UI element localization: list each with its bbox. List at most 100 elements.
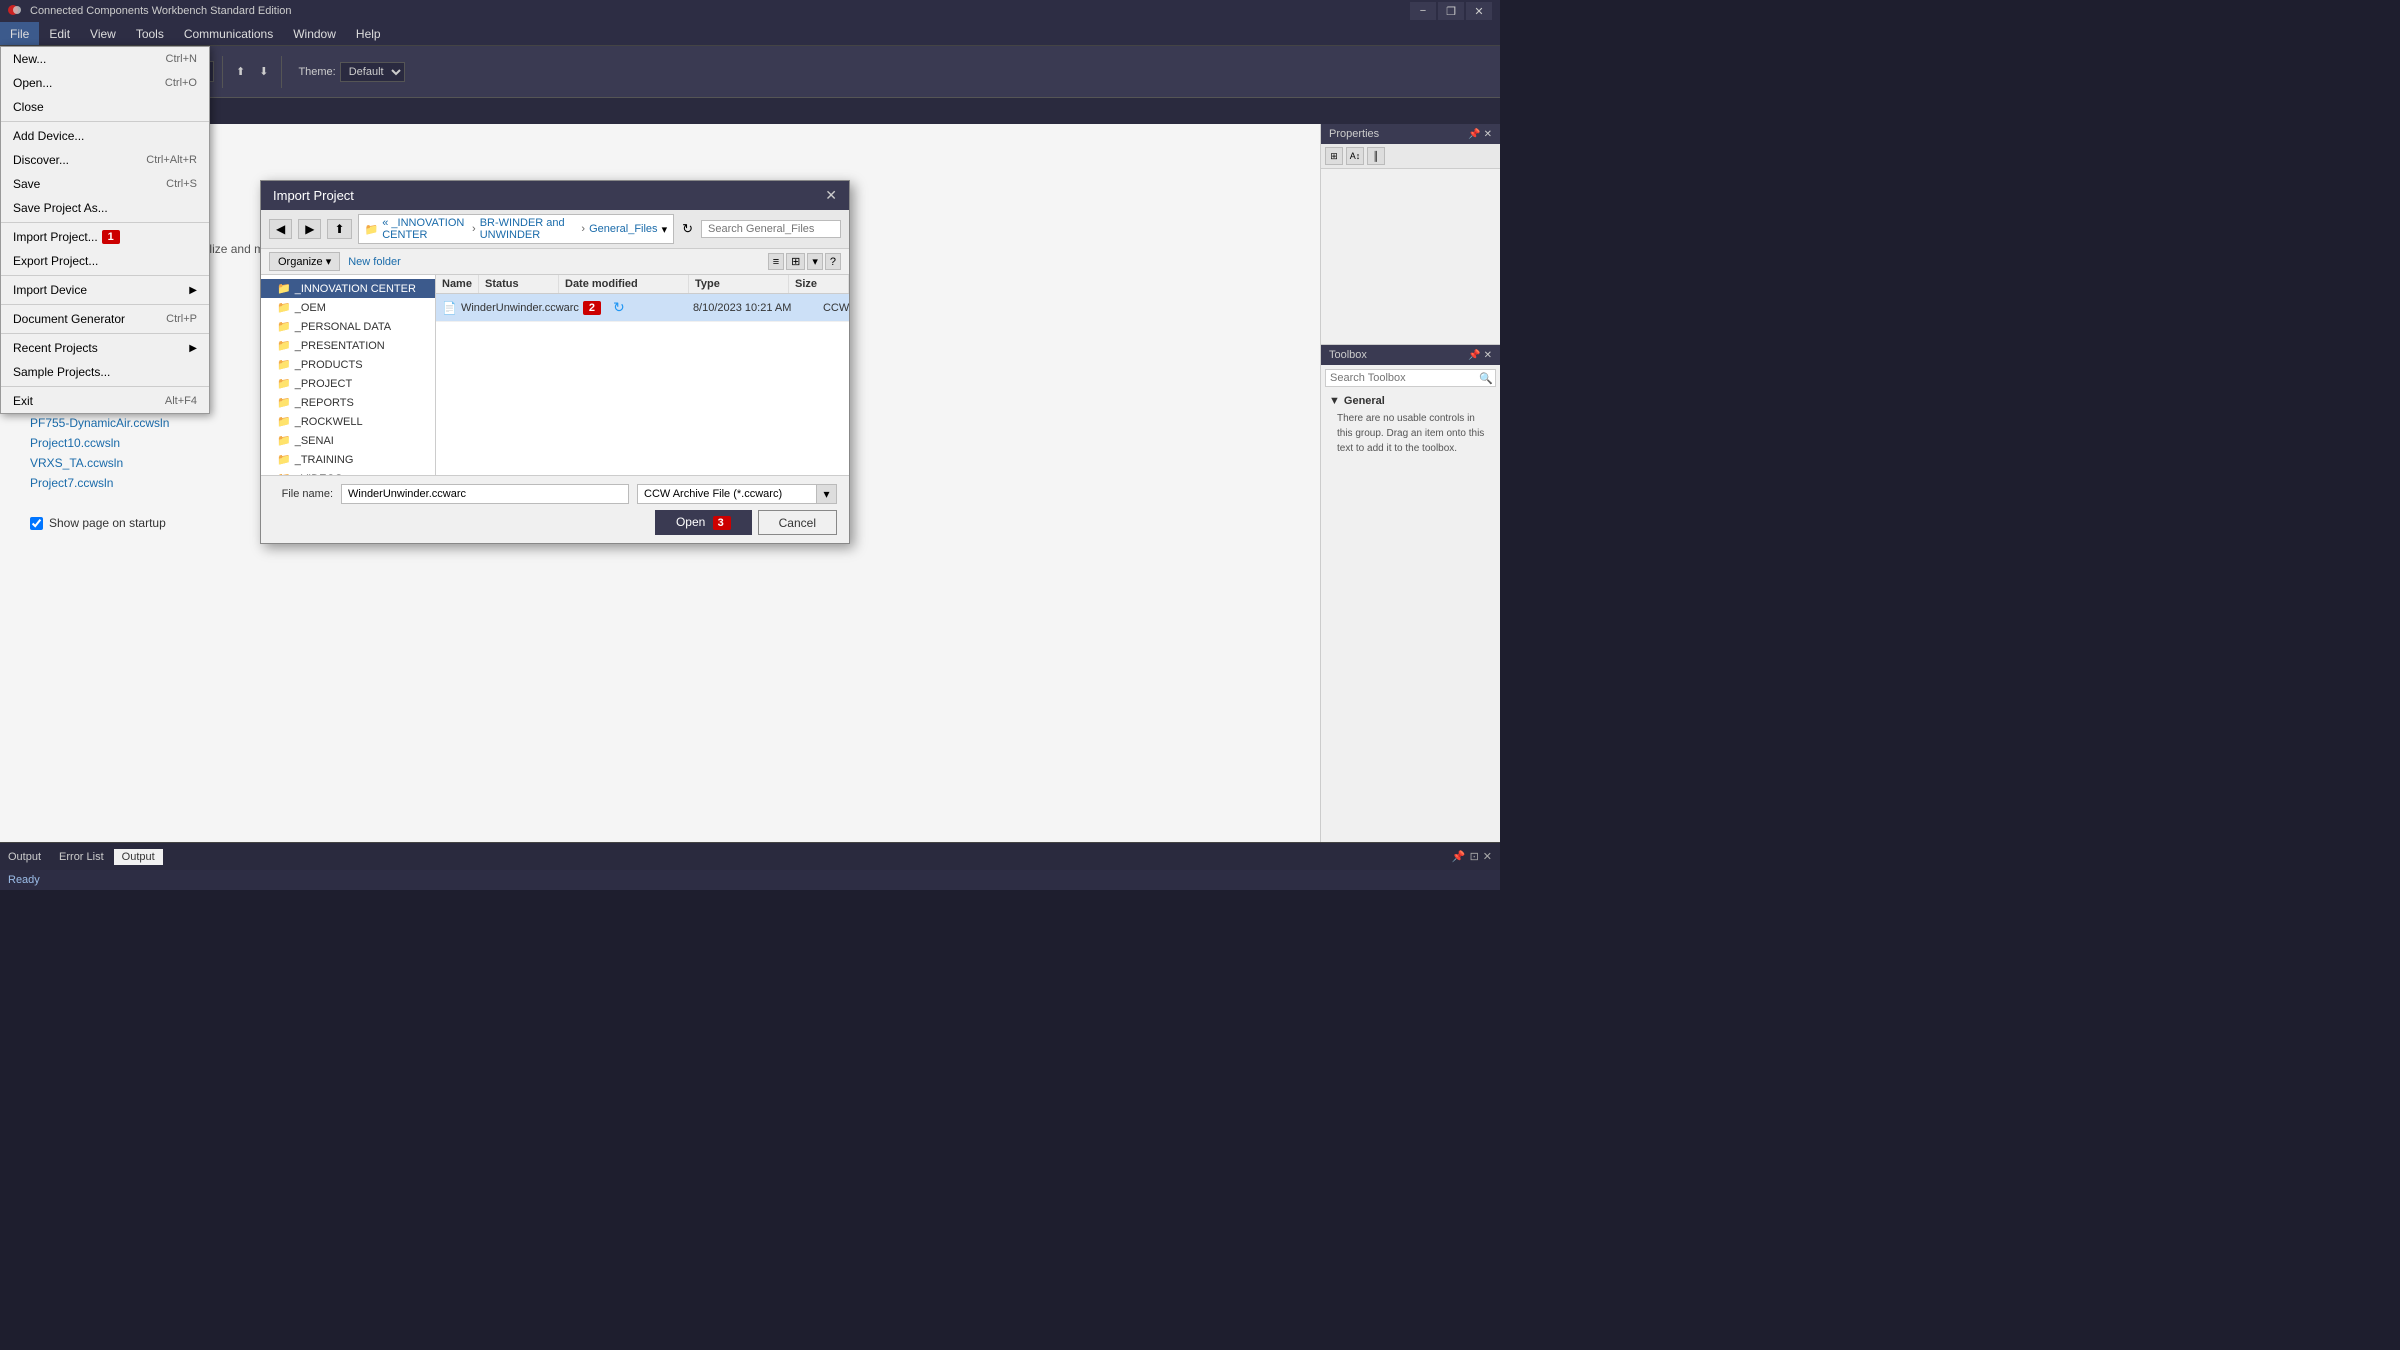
path-part-2[interactable]: BR-WINDER and UNWINDER <box>480 217 578 241</box>
menu-item-file[interactable]: File <box>0 22 39 45</box>
path-dropdown-btn[interactable]: ▾ <box>662 223 668 236</box>
dialog-forward-btn[interactable]: ▶ <box>298 219 321 239</box>
tree-folder-icon-4: 📁 <box>277 358 291 371</box>
menu-item-communications[interactable]: Communications <box>174 22 283 45</box>
toolbar: 📄 📂 💾 ⚡ Disconnected ▾ ⬆ ⬇ Theme: Defaul… <box>0 46 1500 98</box>
output-title: Output <box>8 851 41 863</box>
tree-item-5[interactable]: 📁 _PROJECT <box>261 374 435 393</box>
footer-type-dropdown-btn[interactable]: ▾ <box>817 484 837 504</box>
view-dropdown-btn[interactable]: ▾ <box>807 253 823 270</box>
toolbar-btn-extra1[interactable]: ⬆ <box>231 62 250 81</box>
view-details-btn[interactable]: ≡ <box>768 253 784 270</box>
path-part-3[interactable]: General_Files <box>589 223 657 235</box>
menu-item-tools[interactable]: Tools <box>126 22 174 45</box>
menu-item-help[interactable]: Help <box>346 22 391 45</box>
dialog-open-btn[interactable]: Open 3 <box>655 510 752 535</box>
props-sort-btn[interactable]: A↕ <box>1346 147 1364 165</box>
col-date[interactable]: Date modified <box>559 275 689 293</box>
minimize-button[interactable]: − <box>1410 2 1436 20</box>
tree-item-1[interactable]: 📁 _OEM <box>261 298 435 317</box>
tree-item-9[interactable]: 📁 _TRAINING <box>261 450 435 469</box>
footer-type-input[interactable] <box>637 484 817 504</box>
file-menu-save[interactable]: Save Ctrl+S <box>1 172 209 196</box>
output-close-icon[interactable]: ✕ <box>1483 850 1492 863</box>
file-menu-save-as[interactable]: Save Project As... <box>1 196 209 220</box>
file-menu-import-device[interactable]: Import Device ▶ <box>1 278 209 302</box>
file-menu-doc-gen[interactable]: Document Generator Ctrl+P <box>1 307 209 331</box>
right-panels: Properties 📌 ✕ ⊞ A↕ ║ Toolbox 📌 ✕ <box>1320 124 1500 842</box>
file-menu-sample-projects-label: Sample Projects... <box>13 365 110 379</box>
tree-folder-icon-5: 📁 <box>277 377 291 390</box>
file-menu-close[interactable]: Close <box>1 95 209 119</box>
toolbar-btn-extra2[interactable]: ⬇ <box>254 62 273 81</box>
file-icon-0: 📄 <box>442 301 457 315</box>
file-menu-sample-projects[interactable]: Sample Projects... <box>1 360 209 384</box>
file-menu-recent-projects[interactable]: Recent Projects ▶ <box>1 336 209 360</box>
pin-icon[interactable]: 📌 <box>1468 129 1480 140</box>
file-menu-new[interactable]: New... Ctrl+N <box>1 47 209 71</box>
properties-controls[interactable]: 📌 ✕ <box>1468 129 1492 140</box>
tree-item-0[interactable]: 📁 _INNOVATION CENTER <box>261 279 435 298</box>
properties-header: Properties 📌 ✕ <box>1321 124 1500 144</box>
file-menu-discover[interactable]: Discover... Ctrl+Alt+R <box>1 148 209 172</box>
tree-item-4[interactable]: 📁 _PRODUCTS <box>261 355 435 374</box>
tree-item-8[interactable]: 📁 _SENAI <box>261 431 435 450</box>
tree-item-7[interactable]: 📁 _ROCKWELL <box>261 412 435 431</box>
output-tab[interactable]: Output <box>114 849 163 865</box>
toolbox-controls[interactable]: 📌 ✕ <box>1468 350 1492 361</box>
col-size[interactable]: Size <box>789 275 849 293</box>
toolbox-expand-icon[interactable]: ▼ <box>1329 395 1340 407</box>
footer-filename-input[interactable] <box>341 484 629 504</box>
footer-type-wrapper: ▾ <box>637 484 837 504</box>
title-bar: Connected Components Workbench Standard … <box>0 0 1500 22</box>
dialog-new-folder-btn[interactable]: New folder <box>348 256 401 268</box>
close-panel-icon[interactable]: ✕ <box>1484 129 1492 140</box>
toolbox-search-input[interactable] <box>1325 369 1496 387</box>
toolbox-close-icon[interactable]: ✕ <box>1484 350 1492 361</box>
file-menu-exit[interactable]: Exit Alt+F4 <box>1 389 209 413</box>
show-on-startup-checkbox[interactable] <box>30 517 43 530</box>
col-name[interactable]: Name <box>436 275 479 293</box>
tree-item-label-0: _INNOVATION CENTER <box>295 283 416 295</box>
col-status[interactable]: Status <box>479 275 559 293</box>
props-grid-btn[interactable]: ⊞ <box>1325 147 1343 165</box>
file-row-0[interactable]: 📄 WinderUnwinder.ccwarc 2 ↻ 8/10/2023 10… <box>436 294 849 322</box>
recent-projects-arrow: ▶ <box>189 343 197 354</box>
restore-button[interactable]: ❐ <box>1438 2 1464 20</box>
menu-item-view[interactable]: View <box>80 22 126 45</box>
dialog-cancel-btn[interactable]: Cancel <box>758 510 837 535</box>
import-dialog: Import Project ✕ ◀ ▶ ⬆ 📁 « _INNOVATION C… <box>260 180 850 544</box>
help-btn[interactable]: ? <box>825 253 841 270</box>
dialog-up-btn[interactable]: ⬆ <box>327 219 351 239</box>
error-list-tab[interactable]: Error List <box>51 849 112 865</box>
tree-item-10[interactable]: 📁 _VIDEOS <box>261 469 435 475</box>
tree-item-6[interactable]: 📁 _REPORTS <box>261 393 435 412</box>
dialog-refresh-btn[interactable]: ↻ <box>680 219 695 239</box>
menu-item-window[interactable]: Window <box>283 22 346 45</box>
file-menu-add-device-label: Add Device... <box>13 129 84 143</box>
path-part-1[interactable]: « _INNOVATION CENTER <box>382 217 468 241</box>
output-float-icon[interactable]: ⊡ <box>1470 850 1479 863</box>
theme-select[interactable]: Default <box>340 62 405 82</box>
dialog-close-btn[interactable]: ✕ <box>825 187 837 204</box>
app-icon <box>8 3 24 19</box>
toolbox-pin-icon[interactable]: 📌 <box>1468 350 1480 361</box>
dialog-search-input[interactable] <box>701 220 841 238</box>
tree-item-label-9: _TRAINING <box>295 454 354 466</box>
file-menu-import-project[interactable]: Import Project... 1 <box>1 225 209 249</box>
col-type[interactable]: Type <box>689 275 789 293</box>
dialog-organize-btn[interactable]: Organize ▾ <box>269 252 340 271</box>
menu-item-edit[interactable]: Edit <box>39 22 80 45</box>
output-pin-icon[interactable]: 📌 <box>1452 850 1466 863</box>
dialog-back-btn[interactable]: ◀ <box>269 219 292 239</box>
close-button[interactable]: ✕ <box>1466 2 1492 20</box>
file-badge-0: 2 <box>583 301 601 315</box>
props-col-btn[interactable]: ║ <box>1367 147 1385 165</box>
tree-item-2[interactable]: 📁 _PERSONAL DATA <box>261 317 435 336</box>
tree-item-3[interactable]: 📁 _PRESENTATION <box>261 336 435 355</box>
file-menu-export-project[interactable]: Export Project... <box>1 249 209 273</box>
file-menu-open[interactable]: Open... Ctrl+O <box>1 71 209 95</box>
view-grid-btn[interactable]: ⊞ <box>786 253 805 270</box>
file-menu-add-device[interactable]: Add Device... <box>1 124 209 148</box>
file-menu-save-shortcut: Ctrl+S <box>166 178 197 190</box>
